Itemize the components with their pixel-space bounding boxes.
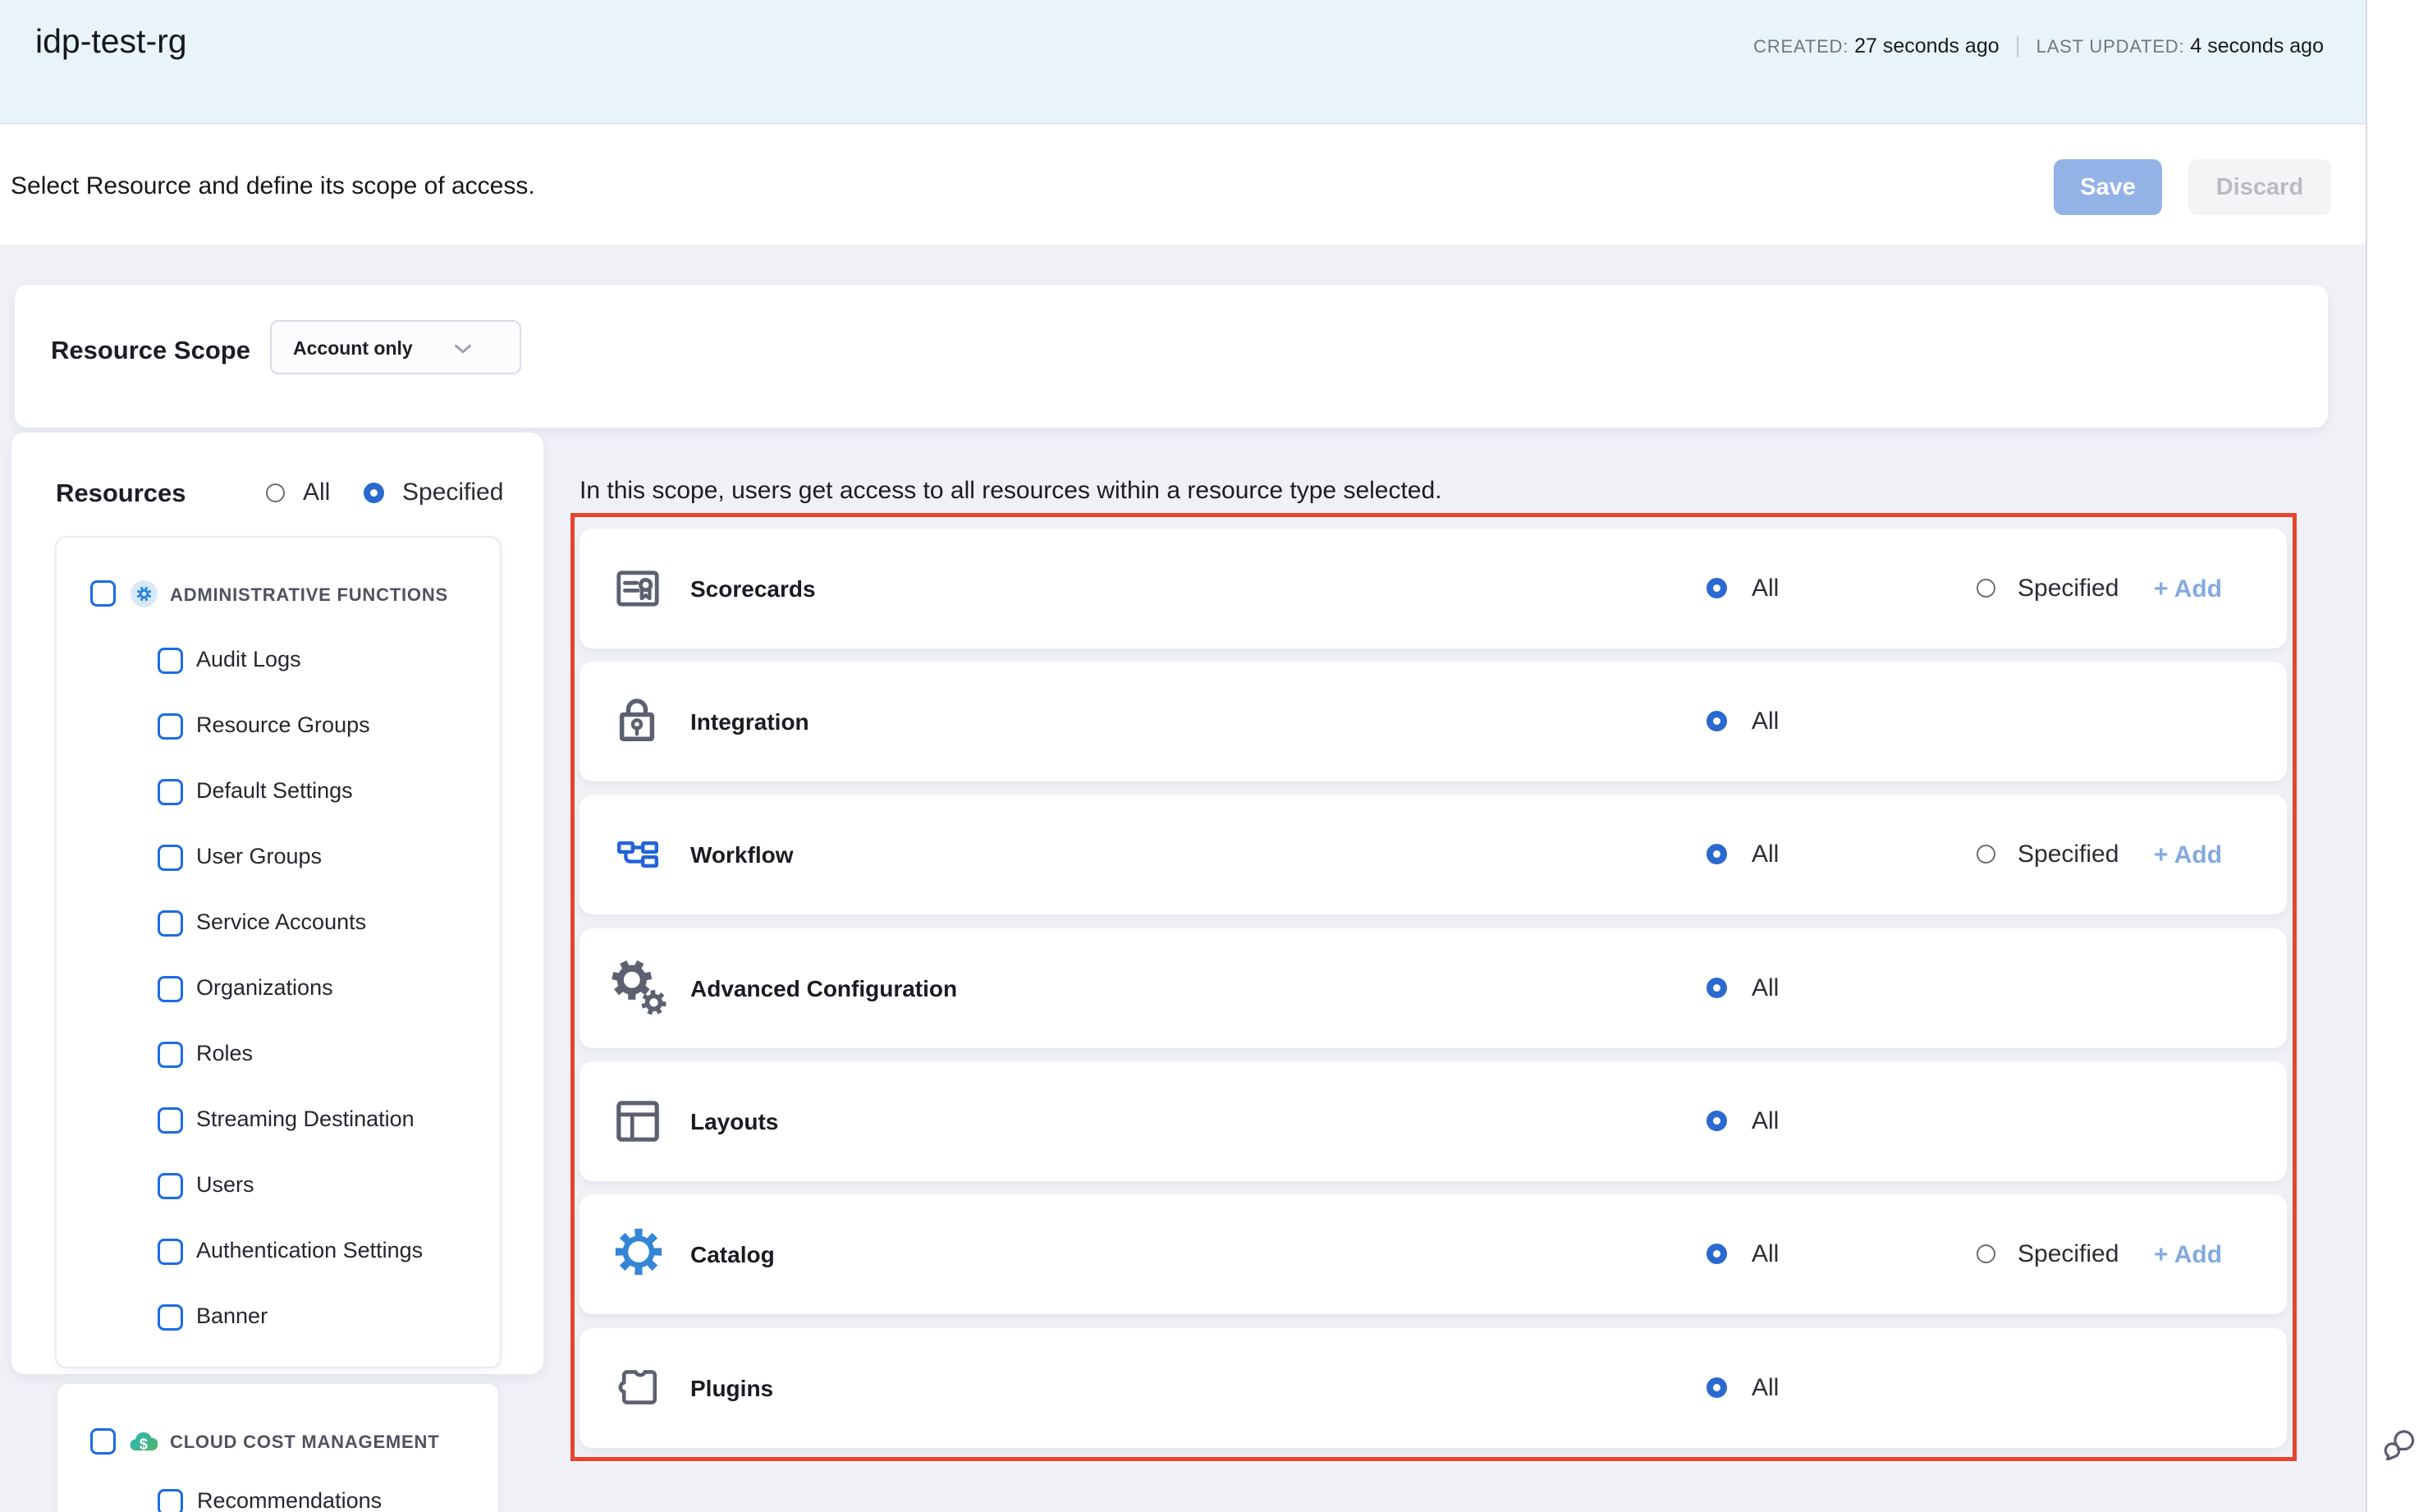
svg-text:$: $ xyxy=(140,1436,148,1453)
